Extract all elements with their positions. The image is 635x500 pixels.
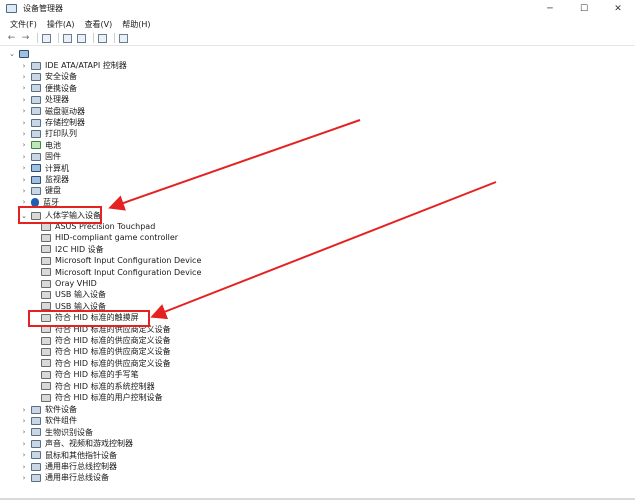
arrow-to-touchscreen xyxy=(150,181,497,320)
annotation-arrows xyxy=(108,119,497,320)
arrow-to-hid-category xyxy=(108,119,361,211)
